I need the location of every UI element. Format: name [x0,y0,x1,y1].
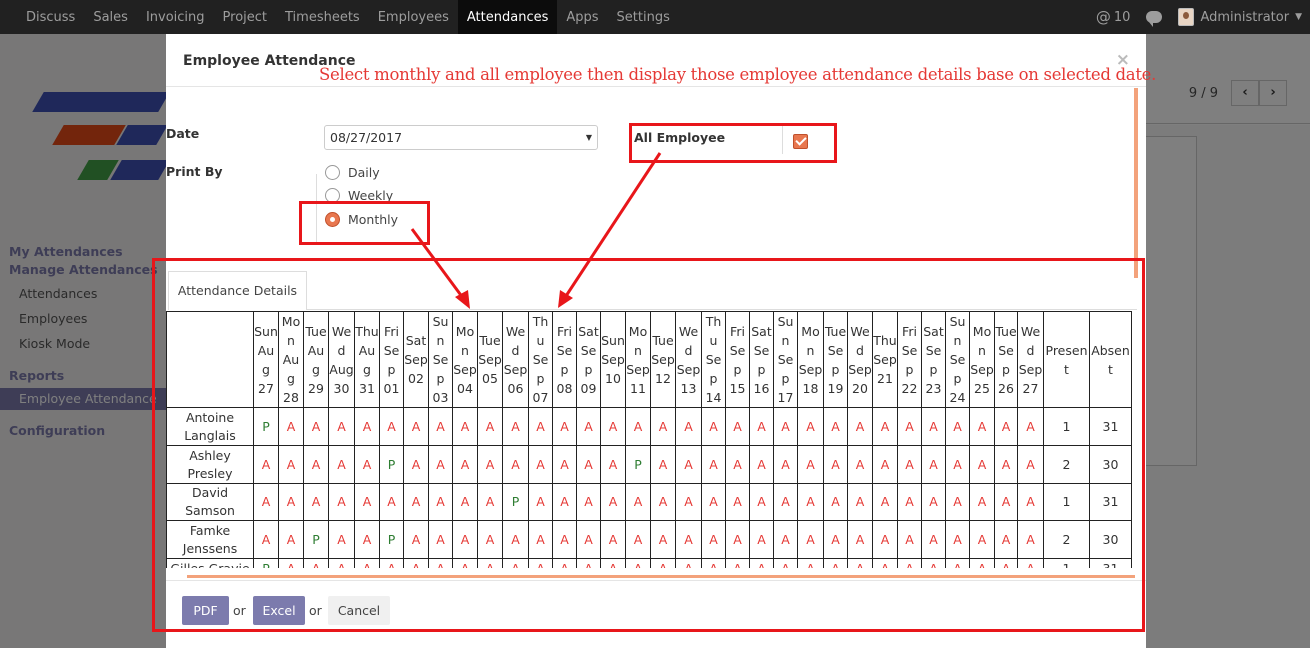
annotation-arrow-monthly [410,228,465,299]
annotation-arrows [410,152,662,309]
annotation-arrowhead-all-employee [558,290,573,308]
annotation-arrowhead-monthly [455,290,470,309]
annotation-arrow-all-employee [564,152,662,297]
